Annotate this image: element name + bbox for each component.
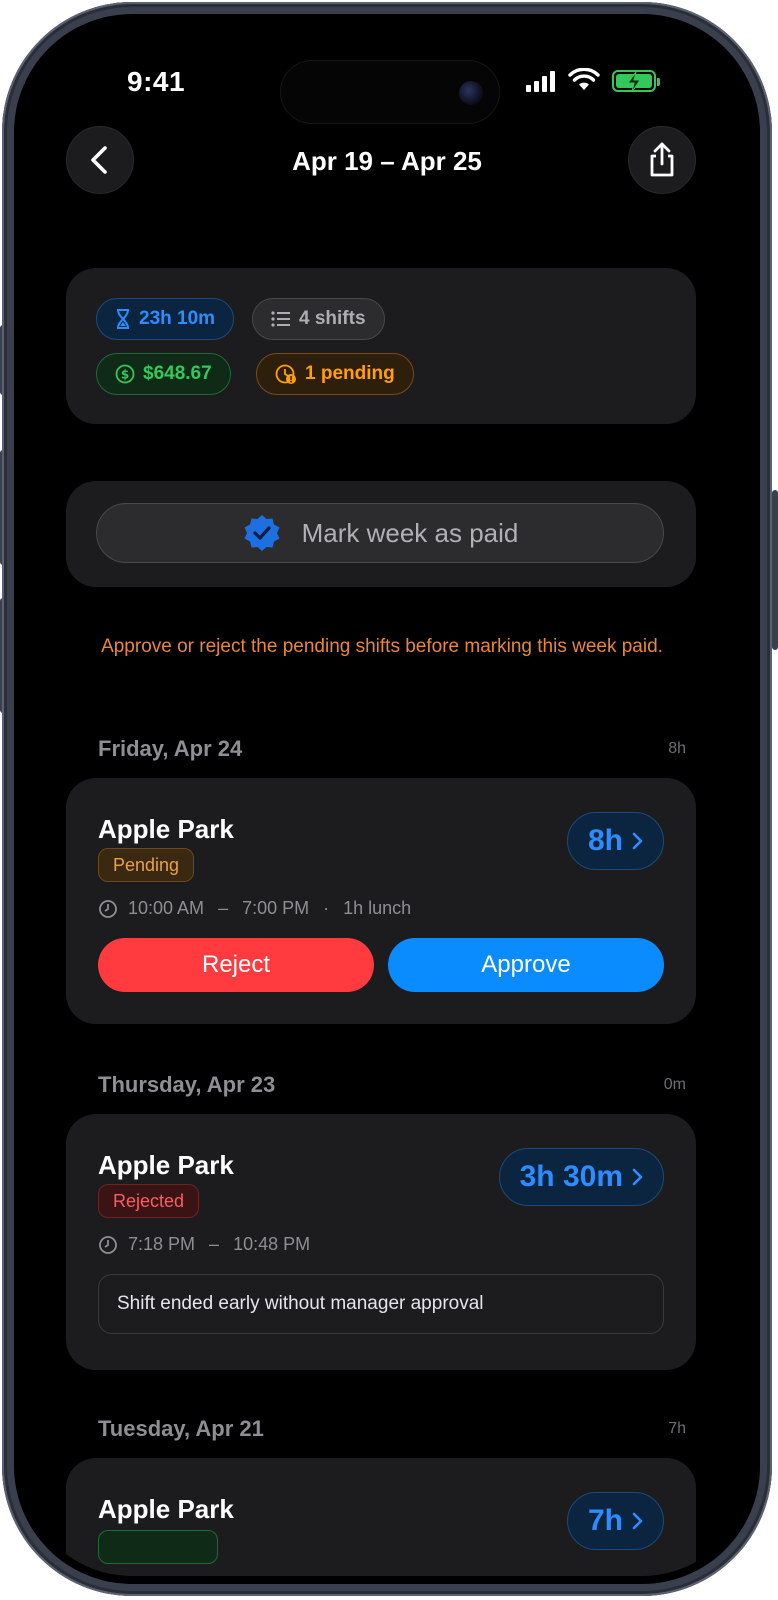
hourglass-icon	[117, 309, 129, 329]
clock-icon	[99, 899, 117, 918]
shift-hours-button[interactable]: 8h	[566, 812, 664, 870]
shift-time-row: 10:00 AM – 7:00 PM · 1h lunch	[98, 898, 411, 919]
day-header-friday: Friday, Apr 24	[98, 736, 243, 761]
shift-end: 7:00 PM	[242, 898, 310, 918]
shift-hours-value: 7h	[587, 1504, 623, 1537]
shift-card-thursday[interactable]: Apple Park Rejected 3h 30m 7:18 PM – 10:…	[66, 1114, 696, 1370]
clock-icon	[99, 1235, 117, 1254]
total-time-pill: 23h 10m	[96, 298, 235, 340]
shift-end: 10:48 PM	[233, 1234, 311, 1254]
shift-time-row: 7:18 PM – 10:48 PM	[98, 1234, 310, 1255]
wifi-icon	[568, 68, 600, 90]
chevron-right-icon	[632, 1512, 643, 1530]
dollar-circle-icon: $	[115, 364, 135, 384]
chevron-right-icon	[632, 1168, 643, 1186]
day-total-friday: 8h	[668, 740, 686, 757]
rejection-note: Shift ended early without manager approv…	[98, 1274, 664, 1334]
pending-warning: Approve or reject the pending shifts bef…	[101, 636, 663, 657]
battery-charging-icon	[612, 70, 660, 93]
verified-badge-icon	[244, 515, 280, 551]
status-time: 9:41	[127, 66, 186, 97]
day-total-tuesday: 7h	[668, 1420, 686, 1437]
svg-text:!: !	[289, 376, 293, 386]
time-dash: –	[218, 898, 229, 918]
reject-button[interactable]: Reject	[98, 938, 374, 992]
status-bar: 9:41	[22, 22, 752, 132]
summary-card: 23h 10m 4 shifts $ $648.67 ! 1 pending	[66, 268, 696, 424]
svg-text:$: $	[121, 368, 129, 382]
shift-card-tuesday[interactable]: Apple Park 7h	[66, 1458, 696, 1576]
mark-paid-card: Mark week as paid	[66, 481, 696, 587]
mark-week-paid-button[interactable]: Mark week as paid	[96, 503, 664, 563]
earnings-pill: $ $648.67	[96, 353, 231, 395]
shift-card-friday[interactable]: Apple Park Pending 8h 10:00 AM – 7:00 PM…	[66, 778, 696, 1024]
day-header-tuesday: Tuesday, Apr 21	[98, 1416, 264, 1441]
share-icon	[650, 142, 674, 177]
earnings-value: $648.67	[143, 363, 212, 384]
shift-lunch: 1h lunch	[343, 898, 412, 918]
list-icon	[271, 311, 290, 327]
camera-icon	[459, 81, 483, 105]
shift-location: Apple Park	[98, 1150, 234, 1180]
pending-clock-icon: !	[275, 364, 296, 386]
phone-bezel: 9:41 Apr 19 – Apr 25 23h 10m 4 shifts $ …	[14, 14, 760, 1584]
mark-week-paid-label: Mark week as paid	[301, 517, 519, 548]
pending-value: 1 pending	[305, 363, 395, 384]
shift-hours-value: 8h	[587, 824, 623, 857]
shift-hours-value: 3h 30m	[519, 1160, 623, 1193]
shift-count-value: 4 shifts	[299, 308, 366, 329]
chevron-right-icon	[632, 832, 643, 850]
status-badge-approved	[98, 1530, 218, 1564]
separator-dot: ·	[323, 898, 330, 918]
time-dash: –	[209, 1234, 220, 1254]
shift-location: Apple Park	[98, 1494, 234, 1524]
screen: 9:41 Apr 19 – Apr 25 23h 10m 4 shifts $ …	[22, 22, 752, 1576]
status-badge-rejected: Rejected	[98, 1184, 200, 1218]
approve-button[interactable]: Approve	[388, 938, 664, 992]
total-time-value: 23h 10m	[139, 308, 216, 329]
share-button[interactable]	[628, 126, 696, 194]
shift-start: 7:18 PM	[128, 1234, 196, 1254]
pending-pill: ! 1 pending	[256, 353, 414, 395]
dynamic-island	[280, 60, 500, 124]
day-total-thursday: 0m	[663, 1076, 686, 1093]
cellular-signal-icon	[526, 70, 555, 92]
shift-location: Apple Park	[98, 814, 234, 844]
power-button	[772, 490, 778, 650]
shift-hours-button[interactable]: 3h 30m	[498, 1148, 664, 1206]
shift-start: 10:00 AM	[128, 898, 205, 918]
day-header-thursday: Thursday, Apr 23	[98, 1072, 276, 1097]
shift-count-pill: 4 shifts	[252, 298, 385, 340]
shift-hours-button[interactable]: 7h	[566, 1492, 664, 1550]
status-badge-pending: Pending	[98, 848, 195, 882]
